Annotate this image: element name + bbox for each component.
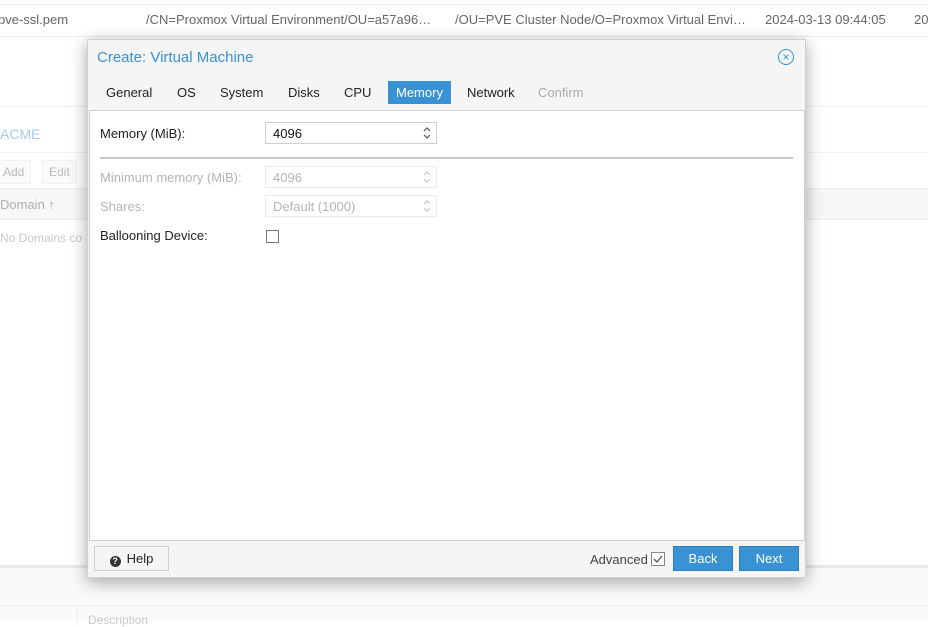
min-memory-input[interactable]: 4096	[265, 166, 437, 188]
tab-network[interactable]: Network	[459, 81, 523, 104]
min-memory-label: Minimum memory (MiB):	[100, 170, 242, 185]
tab-cpu[interactable]: CPU	[336, 81, 379, 104]
shares-input[interactable]: Default (1000)	[265, 195, 437, 217]
certificate-row[interactable]: pve-ssl.pem /CN=Proxmox Virtual Environm…	[0, 0, 928, 37]
cert-issuer: /OU=PVE Cluster Node/O=Proxmox Virtual E…	[455, 12, 746, 27]
acme-edit-button[interactable]: Edit	[42, 160, 77, 184]
checkmark-icon	[653, 555, 663, 563]
advanced-label: Advanced	[590, 552, 648, 567]
tab-memory[interactable]: Memory	[388, 81, 451, 104]
next-button[interactable]: Next	[739, 546, 799, 571]
shares-value: Default (1000)	[273, 199, 356, 214]
cert-date: 2024-03-13 09:44:05	[765, 12, 886, 27]
min-memory-value: 4096	[273, 170, 302, 185]
memory-label: Memory (MiB):	[100, 126, 186, 141]
tab-confirm[interactable]: Confirm	[530, 81, 592, 104]
tab-system[interactable]: System	[212, 81, 271, 104]
empty-text: No Domains co	[0, 231, 83, 245]
spinner-icon[interactable]	[422, 168, 432, 186]
divider	[77, 605, 78, 625]
dialog-title: Create: Virtual Machine	[97, 49, 254, 66]
acme-add-button[interactable]: Add	[0, 160, 32, 184]
cert-subject: /CN=Proxmox Virtual Environment/OU=a57a9…	[146, 12, 432, 27]
help-button[interactable]: ? Help	[94, 546, 169, 571]
tab-os[interactable]: OS	[169, 81, 204, 104]
spinner-icon[interactable]	[422, 197, 432, 215]
tab-disks[interactable]: Disks	[280, 81, 328, 104]
close-icon[interactable]: ×	[778, 49, 794, 65]
cert-name: pve-ssl.pem	[0, 12, 69, 27]
back-button[interactable]: Back	[673, 546, 733, 571]
section-divider	[100, 157, 793, 159]
acme-title: ACME	[0, 126, 41, 142]
ballooning-checkbox[interactable]	[266, 230, 279, 243]
create-vm-dialog: Create: Virtual Machine × General OS Sys…	[87, 39, 806, 578]
ballooning-label: Ballooning Device:	[100, 228, 208, 243]
help-label: Help	[126, 551, 154, 566]
description-label: Description	[88, 613, 149, 627]
cert-date-2: 20	[914, 12, 928, 27]
tab-general[interactable]: General	[98, 81, 160, 104]
spinner-icon[interactable]	[422, 124, 432, 142]
memory-panel: Memory (MiB): 4096 Minimum memory (MiB):…	[89, 110, 805, 541]
memory-input[interactable]: 4096	[265, 122, 437, 144]
shares-label: Shares:	[100, 199, 145, 214]
memory-value: 4096	[273, 126, 302, 141]
divider	[0, 605, 928, 606]
help-icon: ?	[109, 556, 121, 567]
advanced-checkbox[interactable]	[651, 552, 665, 566]
domain-column-label: Domain ↑	[0, 197, 55, 212]
